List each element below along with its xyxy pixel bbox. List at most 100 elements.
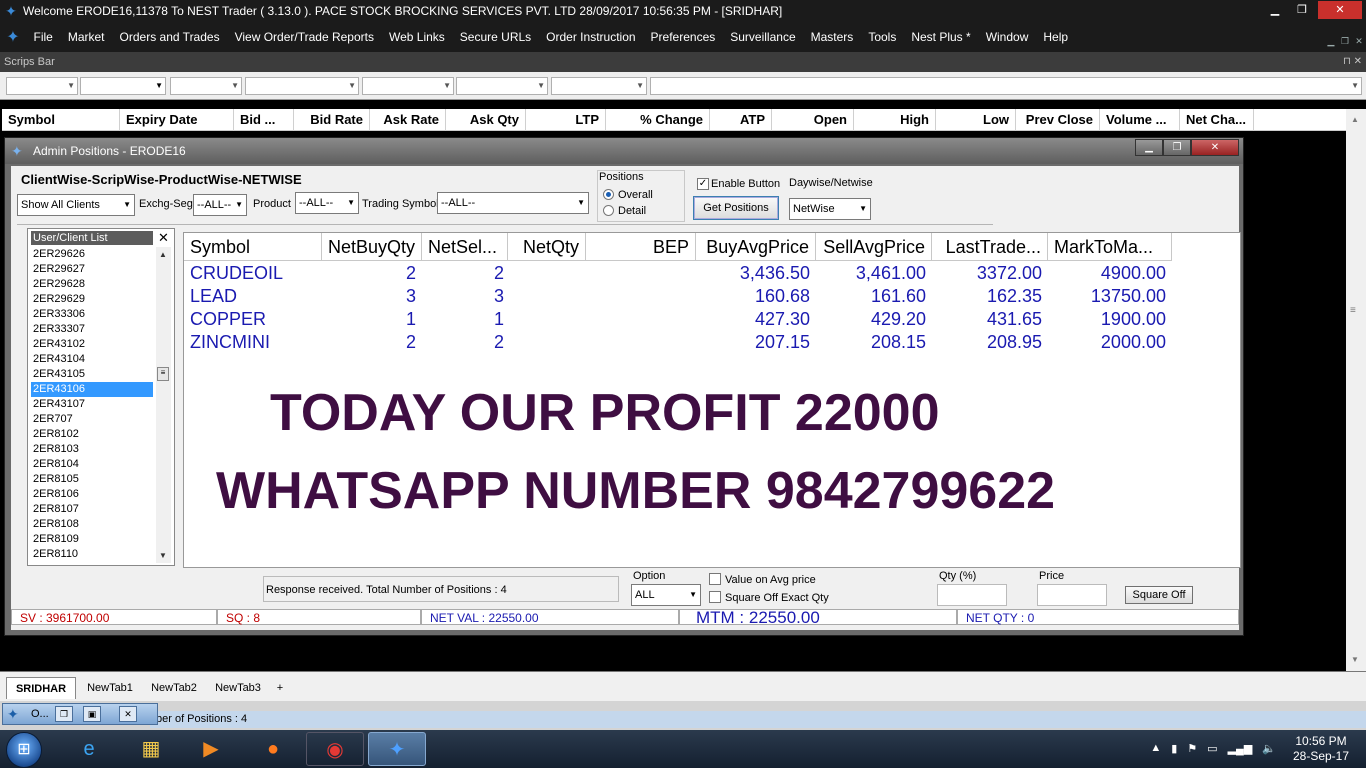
ap-maximize-button[interactable]: ❐ [1163,139,1191,156]
square-off-exact-qty-label[interactable]: Square Off Exact Qty [725,592,829,604]
menu-window[interactable]: Window [978,30,1036,44]
scrip-filter-strike[interactable]: ▼ [362,77,454,95]
market-watch-scrollbar[interactable]: ▲ ≡ ▼ [1346,109,1366,671]
add-tab-button[interactable]: + [270,677,290,699]
grid-col-net-sell-qty[interactable]: NetSel... [422,233,508,261]
grid-col-buy-avg-price[interactable]: BuyAvgPrice [696,233,816,261]
list-item[interactable]: 2ER8107 [31,502,153,517]
list-item[interactable]: 2ER707 [31,412,153,427]
enable-button-label[interactable]: Enable Button [711,178,780,190]
mdi-minimize-button[interactable]: ▁ [1324,36,1338,47]
admin-positions-titlebar[interactable]: ✦ Admin Positions - ERODE16 ▁ ❐ ✕ [5,138,1243,164]
mw-col-net-change[interactable]: Net Cha... [1180,109,1254,131]
mw-col-high[interactable]: High [854,109,936,131]
signal-icon[interactable]: ▂▄▆ [1228,742,1253,755]
grid-col-symbol[interactable]: Symbol [184,233,322,261]
ap-minimize-button[interactable]: ▁ [1135,139,1163,156]
scroll-thumb[interactable]: ≡ [157,367,169,381]
list-item[interactable]: 2ER43107 [31,397,153,412]
mw-col-volume[interactable]: Volume ... [1100,109,1180,131]
nest-trader-icon[interactable]: ✦ [368,732,426,766]
close-icon[interactable]: ✕ [158,230,169,246]
list-item[interactable]: 2ER8106 [31,487,153,502]
grid-col-net-buy-qty[interactable]: NetBuyQty [322,233,422,261]
action-center-icon[interactable]: ⚑ [1187,742,1197,755]
list-item[interactable]: 2ER8102 [31,427,153,442]
list-item[interactable]: 2ER43102 [31,337,153,352]
maximize-button[interactable]: ▣ [83,706,101,722]
trading-symbol-select[interactable]: --ALL-- ▼ [437,192,589,214]
menu-order-instruction[interactable]: Order Instruction [539,30,643,44]
grid-col-bep[interactable]: BEP [586,233,696,261]
table-row[interactable]: CRUDEOIL 2 2 3,436.50 3,461.00 3372.00 4… [184,262,1172,285]
mw-col-bid-qty[interactable]: Bid ... [234,109,294,131]
scrip-filter-exchange[interactable]: ▼ [6,77,78,95]
list-item[interactable]: 2ER8110 [31,547,153,562]
scrip-filter-option[interactable]: ▼ [551,77,647,95]
list-item[interactable]: 2ER8104 [31,457,153,472]
internet-explorer-icon[interactable]: e [60,732,118,766]
scrip-filter-type[interactable]: ▼ [245,77,359,95]
menu-masters[interactable]: Masters [803,30,861,44]
grid-col-last-trade[interactable]: LastTrade... [932,233,1048,261]
list-item[interactable]: 2ER29627 [31,262,153,277]
table-row[interactable]: LEAD 3 3 160.68 161.60 162.35 13750.00 [184,285,1172,308]
mw-col-prev-close[interactable]: Prev Close [1016,109,1100,131]
mw-col-bid-rate[interactable]: Bid Rate [294,109,370,131]
menu-view-reports[interactable]: View Order/Trade Reports [227,30,381,44]
menu-surveillance[interactable]: Surveillance [723,30,803,44]
list-item[interactable]: 2ER8103 [31,442,153,457]
volume-icon[interactable]: 🔈 [1262,742,1276,755]
menu-file[interactable]: File [26,30,60,44]
option-select[interactable]: ALL ▼ [631,584,701,606]
table-row[interactable]: ZINCMINI 2 2 207.15 208.15 208.95 2000.0… [184,331,1172,354]
menu-web-links[interactable]: Web Links [381,30,452,44]
scroll-up-icon[interactable]: ▲ [1351,115,1359,124]
restore-button[interactable]: ❐ [55,706,73,722]
list-item[interactable]: 2ER29629 [31,292,153,307]
exchg-seg-select[interactable]: --ALL-- ▼ [193,194,247,216]
mw-col-ltp[interactable]: LTP [526,109,606,131]
product-select[interactable]: --ALL-- ▼ [295,192,359,214]
list-item[interactable]: 2ER8105 [31,472,153,487]
list-item-selected[interactable]: 2ER43106 [31,382,153,397]
menu-nest-plus[interactable]: Nest Plus * [904,30,978,44]
chrome-icon[interactable]: ◉ [306,732,364,766]
mdi-restore-button[interactable]: ❐ [1338,36,1352,47]
value-on-avg-price-label[interactable]: Value on Avg price [725,574,816,586]
media-player-icon[interactable]: ▶ [182,732,240,766]
mw-col-open[interactable]: Open [772,109,854,131]
network-icon[interactable]: ▮ [1171,742,1177,755]
list-item[interactable]: 2ER43105 [31,367,153,382]
mw-col-low[interactable]: Low [936,109,1016,131]
tab-sridhar[interactable]: SRIDHAR [6,677,76,699]
list-item[interactable]: 2ER29626 [31,247,153,262]
tab-newtab3[interactable]: NewTab3 [206,677,270,699]
qty-pct-input[interactable] [937,584,1007,606]
detail-radio-label[interactable]: Detail [618,205,646,217]
table-row[interactable]: COPPER 1 1 427.30 429.20 431.65 1900.00 [184,308,1172,331]
maximize-button[interactable]: ❐ [1289,1,1315,19]
square-off-exact-qty-checkbox[interactable] [709,591,721,603]
tab-newtab2[interactable]: NewTab2 [142,677,206,699]
file-explorer-icon[interactable]: ▦ [122,732,180,766]
list-item[interactable]: 2ER33306 [31,307,153,322]
scrips-bar-controls[interactable]: ⊓ ✕ [1343,52,1362,72]
power-icon[interactable]: ▭ [1207,742,1217,755]
scroll-thumb-icon[interactable]: ≡ [1350,305,1356,316]
mw-col-ask-rate[interactable]: Ask Rate [370,109,446,131]
menu-market[interactable]: Market [60,30,112,44]
show-hidden-icons-icon[interactable]: ▲ [1150,742,1161,755]
minimized-window[interactable]: ✦ O... ❐ ▣ ✕ [2,703,158,725]
netwise-select[interactable]: NetWise ▼ [789,198,871,220]
scroll-down-icon[interactable]: ▼ [159,551,167,560]
list-item[interactable]: 2ER8108 [31,517,153,532]
firefox-icon[interactable]: ● [244,732,302,766]
list-item[interactable]: 2ER43104 [31,352,153,367]
get-positions-button[interactable]: Get Positions [693,196,779,220]
ap-close-button[interactable]: ✕ [1191,139,1239,156]
scrip-filter-symbol[interactable]: ▼ [170,77,242,95]
enable-button-checkbox[interactable]: ✓ [697,178,709,190]
mw-col-atp[interactable]: ATP [710,109,772,131]
menu-preferences[interactable]: Preferences [643,30,723,44]
